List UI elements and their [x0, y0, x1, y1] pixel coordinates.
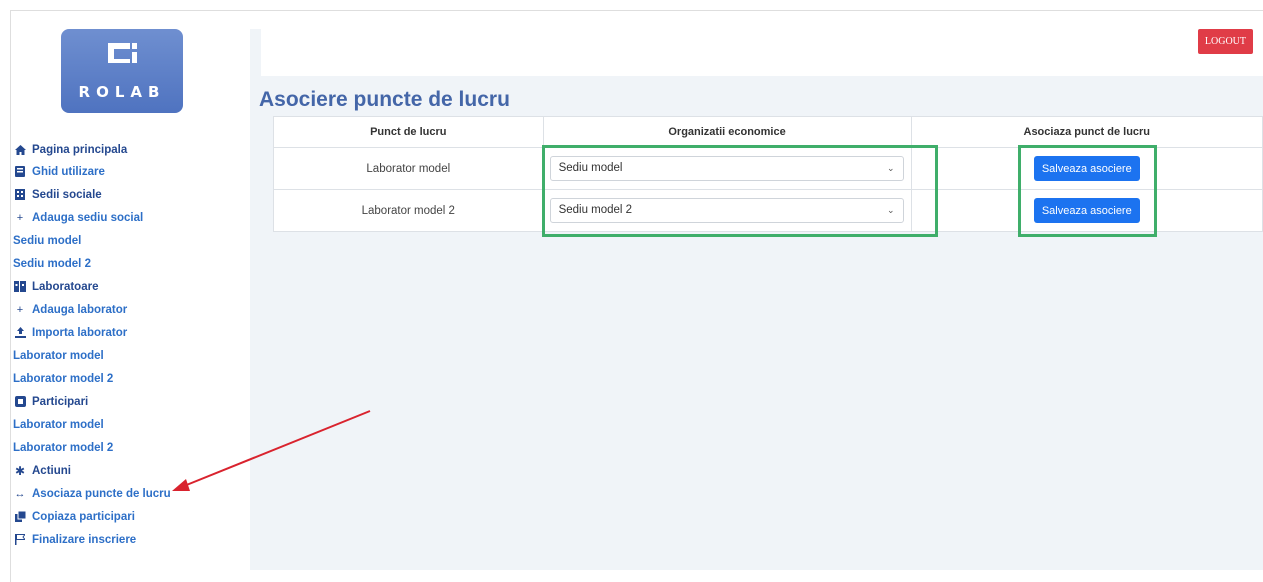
- sidebar-item-actiuni[interactable]: ✱ Actiuni: [13, 459, 243, 482]
- plus-icon: +: [16, 211, 24, 224]
- sidebar-item-pagina-principala[interactable]: Pagina principala: [13, 132, 243, 160]
- sidebar-item-label: Laborator model: [13, 349, 104, 362]
- home-icon: [13, 144, 27, 156]
- logout-button[interactable]: LOGOUT: [1197, 29, 1253, 54]
- logo-text: ROLAB: [78, 83, 166, 101]
- highlight-box-buttons: [1018, 145, 1157, 237]
- plus-icon: +: [16, 303, 24, 316]
- header-asociaza-punct: Asociaza punct de lucru: [910, 116, 1263, 148]
- rolab-logo: ROLAB: [61, 29, 183, 113]
- sidebar-item-label: Laborator model: [13, 418, 104, 431]
- sidebar-item-copiaza-participari[interactable]: Copiaza participari: [13, 505, 243, 528]
- main-panel: LOGOUT Asociere puncte de lucru Punct de…: [250, 29, 1263, 570]
- sidebar-item-label: Adauga sediu social: [32, 211, 144, 224]
- sidebar-item-ghid-utilizare[interactable]: Ghid utilizare: [13, 160, 243, 183]
- header-punct-de-lucru: Punct de lucru: [273, 116, 544, 148]
- punct-de-lucru-cell: Laborator model 2: [273, 189, 544, 232]
- sidebar-item-laborator-model[interactable]: Laborator model: [13, 344, 243, 367]
- sidebar-item-participari-laborator-model-2[interactable]: Laborator model 2: [13, 436, 243, 459]
- sidebar-item-laborator-model-2[interactable]: Laborator model 2: [13, 367, 243, 390]
- sidebar-item-label: Laborator model 2: [13, 441, 114, 454]
- sidebar-item-sedii-sociale[interactable]: Sedii sociale: [13, 183, 243, 206]
- sidebar-item-label: Sediu model 2: [13, 257, 91, 270]
- building-icon: [13, 189, 27, 201]
- sidebar-item-label: Adauga laborator: [32, 303, 128, 316]
- sidebar-item-participari-laborator-model[interactable]: Laborator model: [13, 413, 243, 436]
- sidebar-item-label: Asociaza puncte de lucru: [32, 487, 171, 500]
- arrows-horizontal-icon: ↔: [14, 487, 26, 500]
- upload-icon: [13, 327, 27, 339]
- sidebar-item-label: Importa laborator: [32, 326, 128, 339]
- page-title: Asociere puncte de lucru: [259, 88, 510, 111]
- sidebar-item-sediu-model[interactable]: Sediu model: [13, 229, 243, 252]
- sidebar-item-label: Participari: [32, 395, 89, 408]
- sidebar-item-adauga-sediu-social[interactable]: + Adauga sediu social: [13, 206, 243, 229]
- sidebar-item-label: Finalizare inscriere: [32, 533, 137, 546]
- sidebar: Pagina principala Ghid utilizare Sedii s…: [13, 132, 243, 551]
- sidebar-item-label: Sediu model: [13, 234, 82, 247]
- book-icon: [13, 166, 27, 178]
- sidebar-item-finalizare-inscriere[interactable]: Finalizare inscriere: [13, 528, 243, 551]
- sidebar-item-label: Laborator model 2: [13, 372, 114, 385]
- sidebar-item-laboratoare[interactable]: Laboratoare: [13, 275, 243, 298]
- copy-icon: [13, 396, 27, 408]
- sidebar-item-importa-laborator[interactable]: Importa laborator: [13, 321, 243, 344]
- sidebar-item-asociaza-puncte-de-lucru[interactable]: ↔ Asociaza puncte de lucru: [13, 482, 243, 505]
- lab-icon: [13, 281, 27, 293]
- gear-icon: ✱: [14, 463, 26, 478]
- table-header-row: Punct de lucru Organizatii economice Aso…: [273, 116, 1263, 148]
- sidebar-item-participari[interactable]: Participari: [13, 390, 243, 413]
- sidebar-item-sediu-model-2[interactable]: Sediu model 2: [13, 252, 243, 275]
- header-organizatii-economice: Organizatii economice: [542, 116, 912, 148]
- frame-top-border: [10, 10, 1263, 11]
- sidebar-item-adauga-laborator[interactable]: + Adauga laborator: [13, 298, 243, 321]
- frame-left-border: [10, 10, 11, 582]
- logo-mark-icon: [108, 43, 137, 63]
- sidebar-item-label: Copiaza participari: [32, 510, 135, 523]
- top-bar: LOGOUT: [261, 29, 1263, 76]
- punct-de-lucru-cell: Laborator model: [273, 147, 544, 190]
- clone-icon: [13, 511, 27, 523]
- sidebar-item-label: Sedii sociale: [32, 188, 102, 201]
- sidebar-item-label: Laboratoare: [32, 280, 99, 293]
- sidebar-item-label: Ghid utilizare: [32, 165, 105, 178]
- sidebar-item-label: Actiuni: [32, 464, 71, 477]
- sidebar-item-label: Pagina principala: [32, 144, 128, 156]
- flag-icon: [13, 534, 27, 546]
- highlight-box-select: [542, 145, 938, 237]
